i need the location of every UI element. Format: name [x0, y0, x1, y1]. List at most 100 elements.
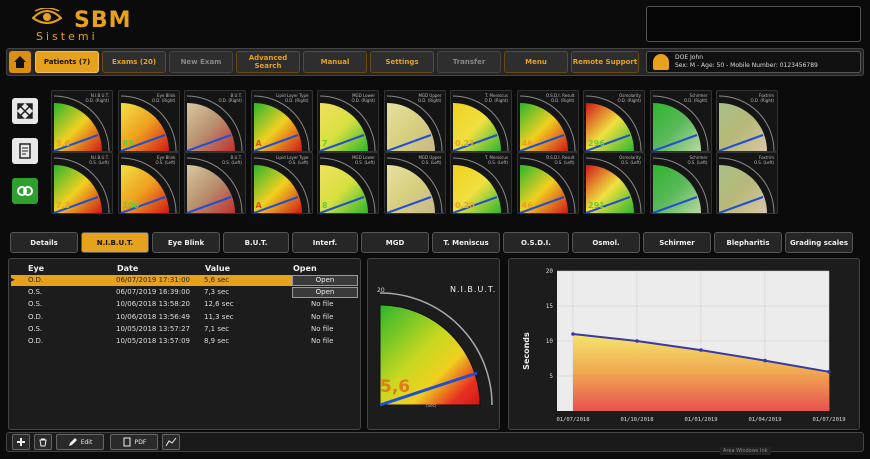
- report-button[interactable]: [12, 138, 38, 164]
- gauge-row1-8[interactable]: Osmolarity O.D. (Right) 296: [583, 90, 645, 152]
- gauge-value: 46: [521, 139, 533, 148]
- cell-date: 10/06/2018 13:58:20: [116, 300, 191, 309]
- remote-support-button[interactable]: Remote Support: [571, 51, 639, 73]
- data-point[interactable]: [699, 348, 703, 352]
- home-button[interactable]: [9, 51, 31, 73]
- gauge-label: O.S.D.I. Result O.D. (Right): [545, 93, 575, 103]
- delete-button[interactable]: [34, 434, 52, 450]
- tab-interf[interactable]: Interf.: [292, 232, 358, 253]
- tab-nibut[interactable]: N.I.B.U.T.: [81, 232, 149, 253]
- open-file-button[interactable]: Open: [292, 275, 358, 286]
- cell-open: No file: [311, 324, 334, 333]
- gauge-row1-9[interactable]: Schirmer O.D. (Right): [649, 90, 712, 152]
- advanced-search-button[interactable]: Advanced Search: [236, 51, 300, 73]
- col-header-eye[interactable]: Eye: [28, 264, 44, 273]
- gauge-label: B.U.T. O.D. (Right): [218, 93, 242, 103]
- y-tick-label: 5: [549, 373, 553, 380]
- pdf-button[interactable]: PDF: [110, 434, 158, 450]
- col-header-date[interactable]: Date: [117, 264, 138, 273]
- tab-osmol[interactable]: Osmol.: [572, 232, 640, 253]
- tab-blepharitis[interactable]: Blepharitis: [714, 232, 782, 253]
- tab-mgd[interactable]: MGD: [361, 232, 429, 253]
- document-icon: [19, 143, 31, 159]
- gauge-value: 7,3: [56, 201, 71, 210]
- gauge-row2-0[interactable]: N.I.B.U.T. O.S. (Left) 7,3: [51, 152, 113, 214]
- gauge-scale-max: 20: [377, 287, 385, 294]
- tab-eye-blink[interactable]: Eye Blink: [152, 232, 220, 253]
- col-header-open[interactable]: Open: [293, 264, 317, 273]
- sbm-logo: SBM Sistemi: [30, 6, 170, 44]
- add-button[interactable]: [12, 434, 30, 450]
- gauge-value: 296: [588, 139, 605, 148]
- patient-info[interactable]: DOE John Sex: M - Age: 50 - Mobile Numbe…: [646, 51, 861, 73]
- cell-value: 7,3 sec: [204, 288, 230, 297]
- gauge-label: O.S.D.I. Result O.S. (Left): [545, 155, 575, 165]
- gauge-row2-9[interactable]: Schirmer O.S. (Left): [649, 152, 712, 214]
- gauge-row2-5[interactable]: MGD Upper O.S. (Left): [383, 152, 446, 214]
- tab-details[interactable]: Details: [10, 232, 78, 253]
- gauge-row2-2[interactable]: B.U.T. O.S. (Left): [184, 152, 246, 214]
- table-row[interactable]: O.D. 10/06/2018 13:56:49 11,3 sec No file: [11, 312, 358, 323]
- gauge-label: Foxtrim O.D. (Right): [750, 93, 774, 103]
- table-row[interactable]: O.D. 10/05/2018 13:57:09 8,9 sec No file: [11, 336, 358, 347]
- new-exam-button[interactable]: New Exam: [169, 51, 233, 73]
- col-header-value[interactable]: Value: [205, 264, 230, 273]
- exams-button[interactable]: Exams (20): [102, 51, 166, 73]
- table-row[interactable]: O.S. 06/07/2019 16:39:00 7,3 sec Open: [11, 287, 358, 299]
- table-row[interactable]: O.S. 10/06/2018 13:58:20 12,6 sec No file: [11, 299, 358, 310]
- tab-but[interactable]: B.U.T.: [223, 232, 289, 253]
- data-point[interactable]: [827, 370, 831, 374]
- expand-button[interactable]: [12, 98, 38, 124]
- transfer-button[interactable]: Transfer: [437, 51, 501, 73]
- gauge-unit: (Sec): [426, 403, 437, 408]
- y-tick-label: 20: [546, 268, 554, 275]
- gauge-row2-8[interactable]: Osmolarity O.S. (Left) 291: [583, 152, 645, 214]
- data-point[interactable]: [635, 339, 639, 343]
- pdf-label: PDF: [134, 438, 147, 446]
- gauge-row1-3[interactable]: Lipid Layer Type O.D. (Right) A: [250, 90, 313, 152]
- menu-button[interactable]: Menu: [504, 51, 568, 73]
- tab-grading-scales[interactable]: Grading scales: [785, 232, 853, 253]
- gauge-label: N.I.B.U.T. O.S. (Left): [89, 155, 109, 165]
- gauge-value: 100: [122, 201, 140, 210]
- data-point[interactable]: [571, 332, 575, 336]
- chart-button[interactable]: [162, 434, 180, 450]
- gauge-row1-5[interactable]: MGD Upper O.D. (Right): [383, 90, 446, 152]
- gauge-row2-6[interactable]: T. Meniscus O.S. (Left) 0,20: [450, 152, 512, 214]
- gauge-row2-10[interactable]: Foxtrim O.S. (Left): [716, 152, 778, 214]
- gauge-row1-6[interactable]: T. Meniscus O.D. (Right) 0,21: [450, 90, 512, 152]
- gauge-row1-10[interactable]: Foxtrim O.D. (Right): [716, 90, 778, 152]
- gauge-label: Lipid Layer Type O.S. (Left): [276, 155, 309, 165]
- cell-eye: O.D.: [28, 312, 44, 321]
- gauge-row1-1[interactable]: Eye Blink O.D. (Right) 88: [117, 90, 180, 152]
- edit-label: Edit: [80, 438, 93, 446]
- gauge-row1-7[interactable]: O.S.D.I. Result O.D. (Right) 46: [516, 90, 579, 152]
- selected-row-marker: ▶: [11, 277, 15, 283]
- open-file-button[interactable]: Open: [292, 287, 358, 299]
- compare-icon: [17, 186, 33, 196]
- gauge-row2-4[interactable]: MGD Lower O.S. (Left) 8: [317, 152, 379, 214]
- tab-t-meniscus[interactable]: T. Meniscus: [432, 232, 500, 253]
- gauge-row1-4[interactable]: MGD Lower O.D. (Right) 7: [317, 90, 379, 152]
- gauge-row2-7[interactable]: O.S.D.I. Result O.S. (Left) 46: [516, 152, 579, 214]
- x-tick-label: 01/07/2018: [556, 417, 589, 423]
- chart-icon: [165, 437, 177, 447]
- gauge-row2-1[interactable]: Eye Blink O.S. (Left) 100: [117, 152, 180, 214]
- patients-button[interactable]: Patients (7): [35, 51, 99, 73]
- gauge-value: 7: [322, 139, 328, 148]
- edit-button[interactable]: Edit: [56, 434, 104, 450]
- table-row[interactable]: O.S. 10/05/2018 13:57:27 7,1 sec No file: [11, 324, 358, 335]
- compare-button[interactable]: [12, 178, 38, 204]
- manual-button[interactable]: Manual: [303, 51, 367, 73]
- gauge-value: 0,21: [455, 139, 475, 148]
- tab-schirmer[interactable]: Schirmer: [643, 232, 711, 253]
- cell-value: 8,9 sec: [204, 337, 230, 345]
- table-row[interactable]: ▶ O.D. 06/07/2019 17:31:00 5,6 sec Open: [11, 275, 358, 286]
- tab-osdi[interactable]: O.S.D.I.: [503, 232, 569, 253]
- gauge-row2-3[interactable]: Lipid Layer Type O.S. (Left) A: [250, 152, 313, 214]
- settings-button[interactable]: Settings: [370, 51, 434, 73]
- gauge-label: Schirmer O.S. (Left): [687, 155, 708, 165]
- gauge-row1-2[interactable]: B.U.T. O.D. (Right): [184, 90, 246, 152]
- gauge-row1-0[interactable]: N.I.B.U.T. O.D. (Right) 5,6: [51, 90, 113, 152]
- data-point[interactable]: [763, 358, 767, 363]
